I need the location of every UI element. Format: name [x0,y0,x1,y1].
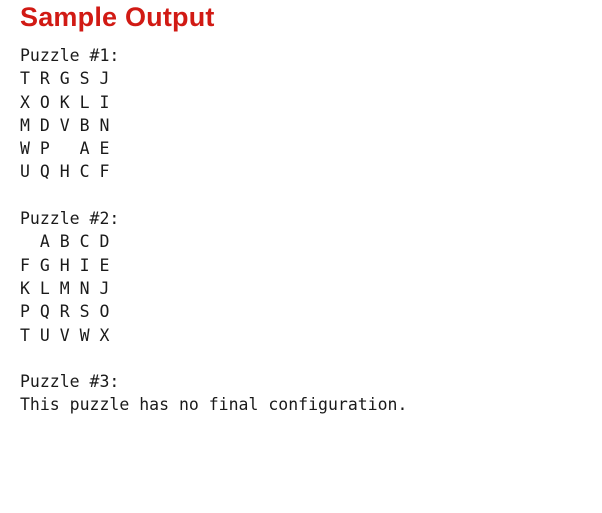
puzzle-1-row-1: T R G S J [20,69,110,89]
puzzle-2-row-3: K L M N J [20,278,110,298]
puzzle-2-row-5: T U V W X [20,325,110,345]
puzzle-1-row-3: M D V B N [20,115,110,135]
puzzle-1-row-5: U Q H C F [20,162,110,182]
puzzle-2-row-1: A B C D [20,232,110,252]
puzzle-1-title: Puzzle #1: [20,46,120,65]
sample-output-block: Puzzle #1: T R G S J X O K L I M D V B N… [20,44,407,417]
puzzle-1-row-2: X O K L I [20,92,110,112]
puzzle-3-message: This puzzle has no final configuration. [20,395,408,415]
section-heading: Sample Output [20,2,215,32]
puzzle-3-title: Puzzle #3: [20,372,120,392]
puzzle-2-row-4: P Q R S O [20,302,110,322]
puzzle-1-row-4: W P A E [20,139,110,159]
puzzle-2-title: Puzzle #2: [20,209,120,229]
puzzle-2-row-2: F G H I E [20,255,110,275]
